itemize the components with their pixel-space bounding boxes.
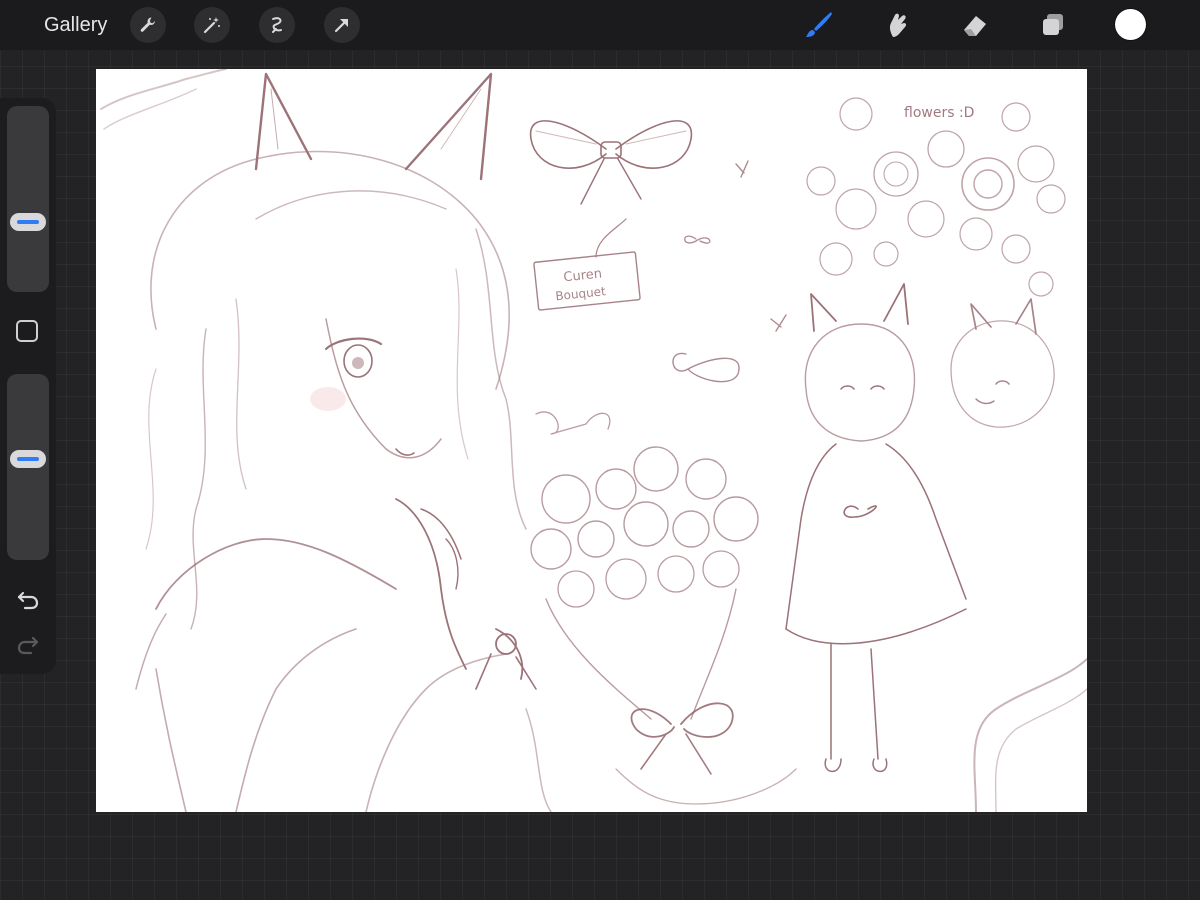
brush-size-slider[interactable] <box>7 106 49 292</box>
drawing-canvas[interactable]: flowers :D Curen Bouquet <box>96 69 1087 812</box>
transform-button[interactable] <box>324 7 360 43</box>
undo-button[interactable] <box>14 586 42 614</box>
sketch-note-flowers: flowers :D <box>904 105 974 121</box>
smudge-icon <box>889 13 907 37</box>
redo-button[interactable] <box>14 631 42 659</box>
left-sidebar <box>0 98 56 674</box>
smudge-tool-button[interactable] <box>878 6 916 44</box>
brush-size-thumb[interactable] <box>10 213 46 232</box>
layers-icon <box>1043 14 1063 35</box>
small-bow-2 <box>672 352 740 383</box>
selection-icon <box>272 17 282 33</box>
ribbon-bow-sketch <box>529 120 693 205</box>
modify-button[interactable] <box>16 320 38 342</box>
gallery-button[interactable]: Gallery <box>44 13 107 37</box>
adjustments-button[interactable] <box>194 7 230 43</box>
procreate-app: Gallery flowers:D Curen Bouquet <box>0 0 1200 900</box>
chibi-head-sketch <box>950 298 1055 428</box>
sketch-note-name-2: Bouquet <box>555 284 607 303</box>
eraser-tool-button[interactable] <box>956 6 994 44</box>
standing-character-sketch <box>785 283 967 773</box>
brush-icon <box>806 12 832 37</box>
large-character-sketch <box>135 72 552 812</box>
layers-button[interactable] <box>1034 6 1072 44</box>
redo-icon <box>17 636 39 655</box>
flowers-cluster-sketch <box>806 97 1066 297</box>
bouquet-ribbon-sketch <box>615 702 797 805</box>
opacity-thumb[interactable] <box>10 450 46 469</box>
magic-wand-icon <box>203 17 220 34</box>
opacity-slider[interactable] <box>7 374 49 560</box>
eraser-icon <box>964 16 986 36</box>
actions-button[interactable] <box>130 7 166 43</box>
transform-arrow-icon <box>334 19 348 33</box>
wrench-icon <box>140 17 155 32</box>
selection-button[interactable] <box>259 7 295 43</box>
undo-icon <box>17 591 39 610</box>
small-bow-1 <box>684 235 711 244</box>
sparkle-2 <box>770 314 787 332</box>
brush-tool-button[interactable] <box>800 6 838 44</box>
lace-trim-bottomright <box>973 658 1087 812</box>
top-toolbar: Gallery <box>0 0 1200 50</box>
bouquet-sketch <box>530 446 759 720</box>
color-picker-button[interactable] <box>1115 9 1146 40</box>
sketch-artwork: flowers :D Curen Bouquet <box>100 69 1087 812</box>
sparkle-1 <box>735 160 749 178</box>
small-bow-3 <box>535 411 611 435</box>
sketch-note-name-1: Curen <box>563 266 603 285</box>
